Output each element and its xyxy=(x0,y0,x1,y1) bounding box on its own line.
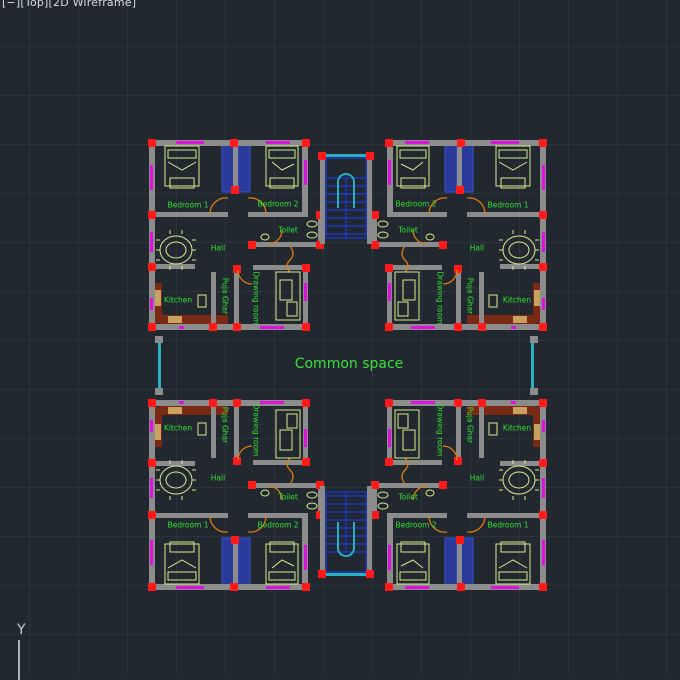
room-label-kitchen: Kitchen xyxy=(163,423,193,433)
floor-plan[interactable] xyxy=(0,0,680,675)
room-label-drawing: Drawing room xyxy=(435,271,445,325)
room-label-bedroom1: Bedroom 1 xyxy=(487,200,529,210)
room-label-bedroom2: Bedroom 2 xyxy=(257,199,299,209)
room-label-kitchen: Kitchen xyxy=(502,295,532,305)
room-label-bedroom2: Bedroom 2 xyxy=(395,520,437,530)
room-label-bedroom1: Bedroom 1 xyxy=(167,200,209,210)
room-label-puja: Puja Ghar xyxy=(220,277,230,315)
room-label-toilet: Toilet xyxy=(278,225,298,235)
room-label-bedroom2: Bedroom 2 xyxy=(395,199,437,209)
room-label-puja: Puja Ghar xyxy=(465,406,475,444)
room-label-kitchen: Kitchen xyxy=(502,423,532,433)
room-label-toilet: Toilet xyxy=(278,492,298,502)
room-label-puja: Puja Ghar xyxy=(465,277,475,315)
room-label-hall: Hall xyxy=(210,243,226,253)
room-label-bedroom2: Bedroom 2 xyxy=(257,520,299,530)
ucs-y-axis-line xyxy=(18,640,20,680)
room-label-hall: Hall xyxy=(469,473,485,483)
ucs-y-axis-label: Y xyxy=(17,622,26,638)
viewport-controls-label[interactable]: [−][Top][2D Wireframe] xyxy=(2,0,136,9)
room-label-puja: Puja Ghar xyxy=(220,406,230,444)
room-label-bedroom1: Bedroom 1 xyxy=(167,520,209,530)
ucs-icon: Y xyxy=(15,622,35,680)
room-label-kitchen: Kitchen xyxy=(163,295,193,305)
room-label-drawing: Drawing room xyxy=(251,271,261,325)
room-label-toilet: Toilet xyxy=(398,492,418,502)
room-label-hall: Hall xyxy=(469,243,485,253)
staircase-bottom[interactable] xyxy=(317,485,375,579)
room-label-hall: Hall xyxy=(210,473,226,483)
room-label-drawing: Drawing room xyxy=(251,403,261,457)
room-label-bedroom1: Bedroom 1 xyxy=(487,520,529,530)
common-space-label: Common space xyxy=(294,356,404,372)
room-label-toilet: Toilet xyxy=(398,225,418,235)
room-label-drawing: Drawing room xyxy=(435,403,445,457)
staircase-top[interactable] xyxy=(317,151,375,245)
